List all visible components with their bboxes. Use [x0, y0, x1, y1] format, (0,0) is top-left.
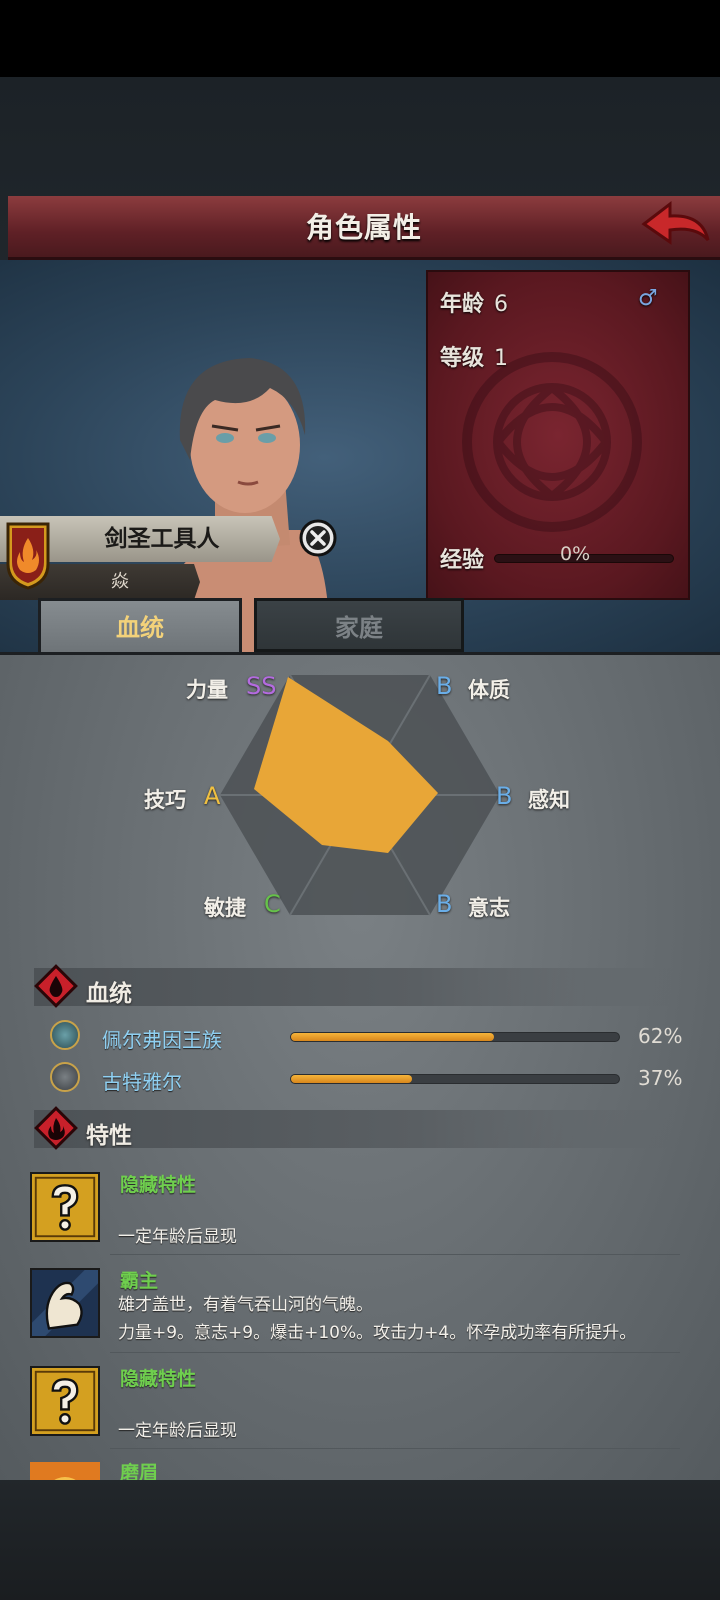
bloodline-percent: 62% [638, 1024, 683, 1048]
stat-perception-label: 感知 [528, 788, 570, 812]
trait-name: 霸主 [120, 1270, 159, 1292]
stat-skill-label: 技巧 [144, 788, 186, 812]
stat-constitution-grade: B [436, 672, 453, 700]
bloodline-name: 佩尔弗因王族 [102, 1028, 222, 1052]
exp-value: 0% [560, 543, 591, 565]
peferin-royal-icon [50, 1020, 80, 1050]
bloodline-bar-fill [291, 1033, 495, 1041]
stat-agility-label: 敏捷 [204, 896, 246, 920]
age-value: 6 [494, 292, 509, 317]
character-subtitle: 焱 [111, 571, 129, 592]
trait-row-clipped: 磨眉 [0, 1458, 720, 1480]
stat-will-label: 意志 [468, 896, 510, 920]
sun-icon[interactable] [30, 1462, 100, 1480]
level-value: 1 [494, 346, 509, 371]
blood-drop-icon [34, 964, 78, 1008]
trait-name: 隐藏特性 [120, 1368, 197, 1390]
character-name[interactable]: 剑圣工具人 [52, 516, 272, 562]
status-bar-area [0, 0, 720, 77]
age-label: 年龄 [440, 292, 485, 317]
bloodline-bar [290, 1032, 620, 1042]
stat-perception-grade: B [496, 782, 513, 810]
stat-constitution-label: 体质 [468, 678, 510, 702]
trait-description: 雄才盖世，有着气吞山河的气魄。 [118, 1295, 373, 1315]
stat-strength-grade: SS [246, 672, 277, 700]
gutyar-icon [50, 1062, 80, 1092]
level-row: 等级 1 [440, 340, 508, 372]
bloodline-bar-fill [291, 1075, 413, 1083]
trait-name: 隐藏特性 [120, 1174, 197, 1196]
stat-will-grade: B [436, 890, 453, 918]
tab-family[interactable]: 家庭 [254, 598, 464, 652]
stat-strength-label: 力量 [186, 678, 228, 702]
trait-description: 一定年龄后显现 [118, 1227, 237, 1247]
back-arrow-icon[interactable] [640, 200, 712, 258]
trait-description: 一定年龄后显现 [118, 1421, 237, 1441]
page-title: 角色属性 [305, 211, 422, 244]
close-icon[interactable] [298, 518, 338, 558]
stat-agility-grade: C [264, 890, 281, 918]
fire-crest-icon [6, 522, 50, 590]
male-icon: ♂ [638, 286, 658, 311]
trait-effect: 力量+9。意志+9。爆击+10%。攻击力+4。怀孕成功率有所提升。 [118, 1323, 637, 1343]
bottom-bar [0, 1480, 720, 1600]
bloodline-bar [290, 1074, 620, 1084]
divider [110, 1352, 680, 1353]
age-row: 年龄 6 [440, 286, 508, 318]
question-icon[interactable] [30, 1172, 100, 1242]
question-icon[interactable] [30, 1366, 100, 1436]
level-label: 等级 [440, 346, 485, 371]
header-bar: 角色属性 [8, 196, 720, 260]
stat-skill-grade: A [204, 782, 221, 810]
bloodline-percent: 37% [638, 1066, 683, 1090]
tab-bloodline[interactable]: 血统 [38, 598, 242, 652]
traits-title: 特性 [86, 1123, 132, 1149]
bloodline-name: 古特雅尔 [102, 1070, 182, 1094]
arm-icon[interactable] [30, 1268, 100, 1338]
bloodline-title: 血统 [86, 981, 132, 1007]
fire-diamond-icon [34, 1106, 78, 1150]
trait-name: 磨眉 [120, 1462, 159, 1480]
divider [110, 1254, 680, 1255]
divider [110, 1448, 680, 1449]
exp-label: 经验 [440, 548, 485, 573]
